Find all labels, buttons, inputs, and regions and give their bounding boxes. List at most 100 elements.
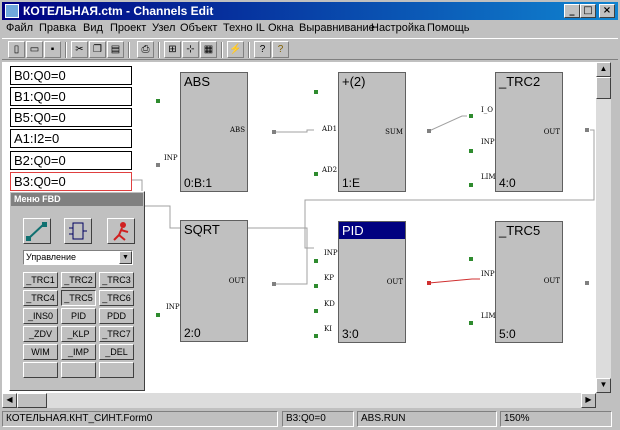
variable-b5-q0[interactable]: B5:Q0=0: [10, 108, 132, 127]
input-label: INP: [324, 249, 338, 257]
palette-button[interactable]: _TRC4: [23, 290, 58, 306]
chevron-down-icon[interactable]: ▼: [119, 251, 132, 264]
input-pin[interactable]: [314, 90, 318, 94]
output-label: ABS: [230, 126, 245, 134]
scroll-right-icon[interactable]: ▶: [581, 393, 596, 408]
variable-a1-i2[interactable]: A1:I2=0: [10, 129, 132, 148]
block-trc2[interactable]: _TRC2 I_O INP LIM OUT 4:0: [481, 72, 563, 192]
link-abs-to-add[interactable]: [272, 129, 314, 133]
input-label: KI: [324, 325, 332, 333]
palette-button[interactable]: PDD: [99, 308, 134, 324]
minimize-button[interactable]: _: [564, 4, 580, 18]
menu-view[interactable]: Вид: [83, 22, 103, 34]
toolbar-separator: [65, 42, 67, 58]
input-pin[interactable]: [314, 259, 318, 263]
input-pin[interactable]: [314, 284, 318, 288]
palette-button[interactable]: PID: [61, 308, 96, 324]
palette-button-empty[interactable]: [99, 362, 134, 378]
palette-button[interactable]: _IMP: [61, 344, 96, 360]
copy-icon[interactable]: ❐: [89, 41, 106, 58]
block-tool-icon[interactable]: [64, 218, 92, 244]
palette-button[interactable]: _TRC1: [23, 272, 58, 288]
link-node[interactable]: [427, 281, 431, 285]
variable-b0-q0[interactable]: B0:Q0=0: [10, 66, 132, 85]
open-icon[interactable]: ▭: [26, 41, 43, 58]
save-icon[interactable]: ▪: [44, 41, 61, 58]
palette-button[interactable]: _KLP: [61, 326, 96, 342]
grid-icon[interactable]: ▦: [200, 41, 217, 58]
input-pin[interactable]: [156, 163, 160, 167]
block-pid[interactable]: PID INP KP KD KI OUT 3:0: [324, 221, 406, 343]
palette-button[interactable]: _TRC6: [99, 290, 134, 306]
tree-icon[interactable]: ⊹: [182, 41, 199, 58]
palette-button[interactable]: _INS0: [23, 308, 58, 324]
run-icon[interactable]: ⚡: [227, 41, 244, 58]
output-pin[interactable]: [272, 130, 276, 134]
input-pin[interactable]: [469, 321, 473, 325]
variable-b3-q0[interactable]: B3:Q0=0: [10, 172, 132, 191]
output-pin[interactable]: [427, 129, 431, 133]
output-pin[interactable]: [585, 281, 589, 285]
close-button[interactable]: ×: [599, 4, 615, 18]
maximize-button[interactable]: □: [580, 4, 596, 18]
input-pin[interactable]: [314, 172, 318, 176]
input-pin[interactable]: [469, 114, 473, 118]
palette-button[interactable]: _TRC7: [99, 326, 134, 342]
paste-icon[interactable]: ▤: [107, 41, 124, 58]
vertical-scroll-thumb[interactable]: [596, 77, 611, 99]
status-block: ABS.RUN: [357, 411, 497, 427]
menu-techno-il[interactable]: Техно IL: [223, 22, 265, 34]
variable-b1-q0[interactable]: B1:Q0=0: [10, 87, 132, 106]
input-label: INP: [481, 138, 495, 146]
block-trc5[interactable]: _TRC5 INP LIM OUT 5:0: [481, 221, 563, 343]
palette-button[interactable]: _TRC2: [61, 272, 96, 288]
menu-help[interactable]: Помощь: [427, 22, 470, 34]
block-abs[interactable]: ABS ABS 0:B:1: [180, 72, 248, 192]
palette-button[interactable]: _DEL: [99, 344, 134, 360]
horizontal-scrollbar[interactable]: ◀ ▶: [2, 393, 596, 408]
input-pin[interactable]: [156, 313, 160, 317]
scroll-up-icon[interactable]: ▲: [596, 62, 611, 77]
palette-button-empty[interactable]: [23, 362, 58, 378]
menu-settings[interactable]: Настройка: [371, 22, 425, 34]
horizontal-scroll-thumb[interactable]: [17, 393, 47, 408]
palette-title[interactable]: Меню FBD: [11, 193, 143, 206]
print-icon[interactable]: ⎙: [137, 41, 154, 58]
palette-button[interactable]: _TRC3: [99, 272, 134, 288]
link-sum-to-trc2[interactable]: [428, 115, 467, 132]
run-tool-icon[interactable]: [107, 218, 135, 244]
menu-object[interactable]: Объект: [180, 22, 217, 34]
input-pin[interactable]: [469, 257, 473, 261]
menu-edit[interactable]: Правка: [39, 22, 76, 34]
input-pin[interactable]: [314, 334, 318, 338]
scroll-down-icon[interactable]: ▼: [596, 378, 611, 393]
help-icon[interactable]: ?: [272, 41, 289, 58]
new-icon[interactable]: ▯: [8, 41, 25, 58]
menu-project[interactable]: Проект: [110, 22, 146, 34]
category-select[interactable]: Управление ▼: [23, 250, 133, 265]
scroll-left-icon[interactable]: ◀: [2, 393, 17, 408]
context-help-icon[interactable]: ?: [254, 41, 271, 58]
vertical-scrollbar[interactable]: ▲ ▼: [596, 62, 611, 393]
menu-align[interactable]: Выравнивание: [299, 22, 375, 34]
input-pin[interactable]: [156, 99, 160, 103]
menu-file[interactable]: Файл: [6, 22, 33, 34]
palette-button-selected[interactable]: _TRC5: [61, 290, 96, 306]
block-sqrt[interactable]: SQRT INP OUT 2:0: [166, 220, 248, 342]
input-pin[interactable]: [469, 149, 473, 153]
menu-windows[interactable]: Окна: [268, 22, 294, 34]
palette-button[interactable]: WIM: [23, 344, 58, 360]
output-pin[interactable]: [585, 128, 589, 132]
menu-node[interactable]: Узел: [152, 22, 175, 34]
palette-button-empty[interactable]: [61, 362, 96, 378]
input-pin[interactable]: [469, 183, 473, 187]
link-tool-icon[interactable]: [23, 218, 51, 244]
block-add[interactable]: +(2) AD1 AD2 SUM 1:E: [322, 72, 406, 192]
output-pin[interactable]: [272, 282, 276, 286]
variable-b2-q0[interactable]: B2:Q0=0: [10, 151, 132, 170]
link-pid-to-trc5[interactable]: [428, 278, 480, 284]
align-icon[interactable]: ⊞: [164, 41, 181, 58]
cut-icon[interactable]: ✂: [71, 41, 88, 58]
input-pin[interactable]: [314, 309, 318, 313]
palette-button[interactable]: _ZDV: [23, 326, 58, 342]
